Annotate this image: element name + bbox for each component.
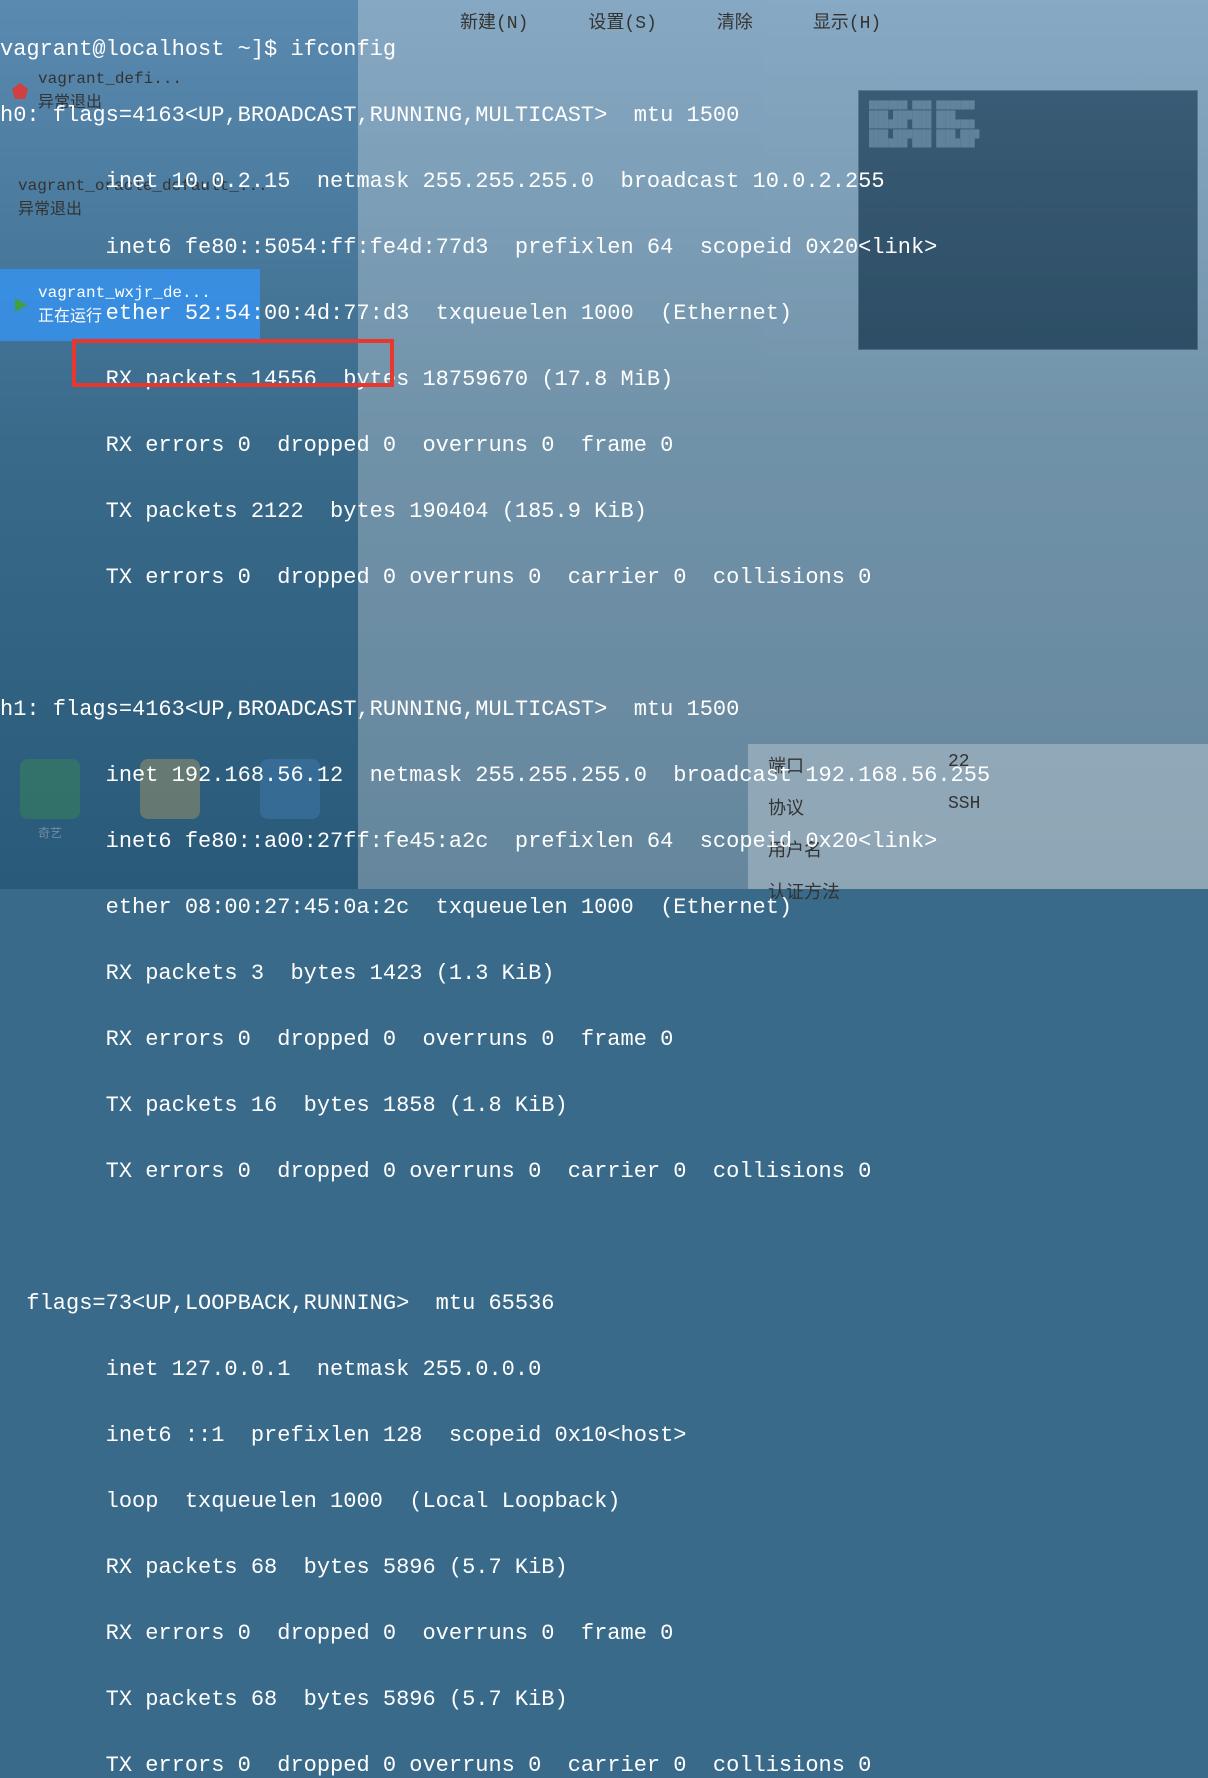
iface0-inet6: inet6 fe80::5054:ff:fe4d:77d3 prefixlen …	[0, 231, 1208, 264]
blank-line	[0, 627, 1208, 660]
iface1-tx-packets: TX packets 16 bytes 1858 (1.8 KiB)	[0, 1089, 1208, 1122]
iface1-inet: inet 192.168.56.12 netmask 255.255.255.0…	[0, 759, 1208, 792]
iface0-tx-packets: TX packets 2122 bytes 190404 (185.9 KiB)	[0, 495, 1208, 528]
lo-inet6: inet6 ::1 prefixlen 128 scopeid 0x10<hos…	[0, 1419, 1208, 1452]
iface0-rx-packets: RX packets 14556 bytes 18759670 (17.8 Mi…	[0, 363, 1208, 396]
terminal-output[interactable]: vagrant@localhost ~]$ ifconfig h0: flags…	[0, 0, 1208, 889]
iface0-rx-errors: RX errors 0 dropped 0 overruns 0 frame 0	[0, 429, 1208, 462]
iface1-rx-errors: RX errors 0 dropped 0 overruns 0 frame 0	[0, 1023, 1208, 1056]
lo-tx-packets: TX packets 68 bytes 5896 (5.7 KiB)	[0, 1683, 1208, 1716]
iface0-header: h0: flags=4163<UP,BROADCAST,RUNNING,MULT…	[0, 99, 1208, 132]
iface1-rx-packets: RX packets 3 bytes 1423 (1.3 KiB)	[0, 957, 1208, 990]
terminal-prompt: vagrant@localhost ~]$ ifconfig	[0, 33, 1208, 66]
iface1-tx-errors: TX errors 0 dropped 0 overruns 0 carrier…	[0, 1155, 1208, 1188]
lo-rx-errors: RX errors 0 dropped 0 overruns 0 frame 0	[0, 1617, 1208, 1650]
blank-line	[0, 1221, 1208, 1254]
iface1-inet6: inet6 fe80::a00:27ff:fe45:a2c prefixlen …	[0, 825, 1208, 858]
iface0-inet: inet 10.0.2.15 netmask 255.255.255.0 bro…	[0, 165, 1208, 198]
lo-rx-packets: RX packets 68 bytes 5896 (5.7 KiB)	[0, 1551, 1208, 1584]
lo-tx-errors: TX errors 0 dropped 0 overruns 0 carrier…	[0, 1749, 1208, 1778]
iface0-ether: ether 52:54:00:4d:77:d3 txqueuelen 1000 …	[0, 297, 1208, 330]
iface1-header: h1: flags=4163<UP,BROADCAST,RUNNING,MULT…	[0, 693, 1208, 726]
iface1-ether: ether 08:00:27:45:0a:2c txqueuelen 1000 …	[0, 891, 1208, 924]
lo-header: flags=73<UP,LOOPBACK,RUNNING> mtu 65536	[0, 1287, 1208, 1320]
iface0-tx-errors: TX errors 0 dropped 0 overruns 0 carrier…	[0, 561, 1208, 594]
lo-loop: loop txqueuelen 1000 (Local Loopback)	[0, 1485, 1208, 1518]
lo-inet: inet 127.0.0.1 netmask 255.0.0.0	[0, 1353, 1208, 1386]
